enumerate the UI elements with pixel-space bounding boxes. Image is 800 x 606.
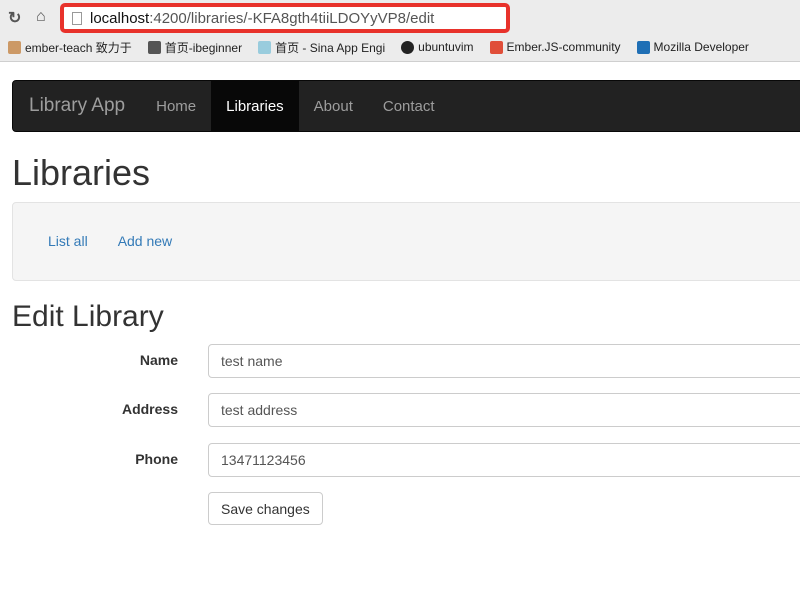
bookmark-label: ubuntuvim — [418, 40, 474, 54]
save-changes-button[interactable]: Save changes — [208, 492, 323, 525]
bookmark-label: Ember.JS-community — [506, 40, 621, 54]
sub-nav: List all Add new — [12, 202, 800, 281]
url-host: localhost — [90, 10, 150, 27]
bookmark[interactable]: Mozilla Developer — [636, 38, 749, 56]
phone-input[interactable] — [208, 443, 800, 477]
bookmark-label: 首页-ibeginner — [164, 40, 243, 55]
nav-about[interactable]: About — [299, 81, 368, 132]
address-label: Address — [121, 401, 178, 417]
nav-contact[interactable]: Contact — [368, 81, 450, 132]
list-all-link[interactable]: List all — [48, 233, 88, 249]
name-label: Name — [139, 352, 178, 368]
bookmark-label: ember-teach 致力于 — [25, 40, 132, 55]
mozilla-icon — [636, 40, 650, 54]
bookmark[interactable]: ubuntuvim — [401, 38, 474, 56]
bookmark[interactable]: 首页-ibeginner — [147, 38, 243, 56]
phone-row: Phone — [0, 443, 800, 477]
nav-menu: Home Libraries About Contact — [141, 80, 450, 132]
add-new-link[interactable]: Add new — [118, 233, 172, 249]
home-icon[interactable]: ⌂ — [36, 8, 46, 26]
nav-home[interactable]: Home — [141, 81, 211, 132]
brand[interactable]: Library App — [13, 95, 141, 117]
page-icon — [72, 12, 82, 25]
bookmark-label: 首页 - Sina App Engi — [275, 40, 386, 55]
address-input[interactable] — [208, 393, 800, 427]
bookmarks-bar: ember-teach 致力于 首页-ibeginner 首页 - Sina A… — [8, 38, 749, 56]
github-icon — [401, 40, 415, 54]
bookmark[interactable]: Ember.JS-community — [489, 38, 621, 56]
navbar: Library App Home Libraries About Contact — [12, 80, 800, 132]
page-title: Libraries — [12, 152, 151, 193]
bookmark[interactable]: ember-teach 致力于 — [8, 38, 132, 56]
form-title: Edit Library — [12, 300, 164, 333]
name-input[interactable] — [208, 344, 800, 378]
name-row: Name — [0, 344, 800, 378]
url-path: :4200/libraries/-KFA8gth4tiiLDOYyVP8/edi… — [149, 10, 435, 27]
address-bar[interactable]: localhost:4200/libraries/-KFA8gth4tiiLDO… — [60, 3, 510, 33]
reload-icon[interactable]: ↻ — [8, 8, 21, 28]
bookmark-icon — [258, 40, 272, 54]
ember-icon — [489, 40, 503, 54]
bookmark-icon — [147, 40, 161, 54]
bookmark-label: Mozilla Developer — [653, 40, 749, 54]
phone-label: Phone — [135, 451, 178, 467]
bookmark-icon — [8, 40, 21, 54]
address-row: Address — [0, 393, 800, 427]
bookmark[interactable]: 首页 - Sina App Engi — [258, 38, 385, 56]
nav-libraries[interactable]: Libraries — [211, 80, 299, 132]
browser-chrome: ↻ ⌂ localhost:4200/libraries/-KFA8gth4ti… — [0, 0, 800, 62]
